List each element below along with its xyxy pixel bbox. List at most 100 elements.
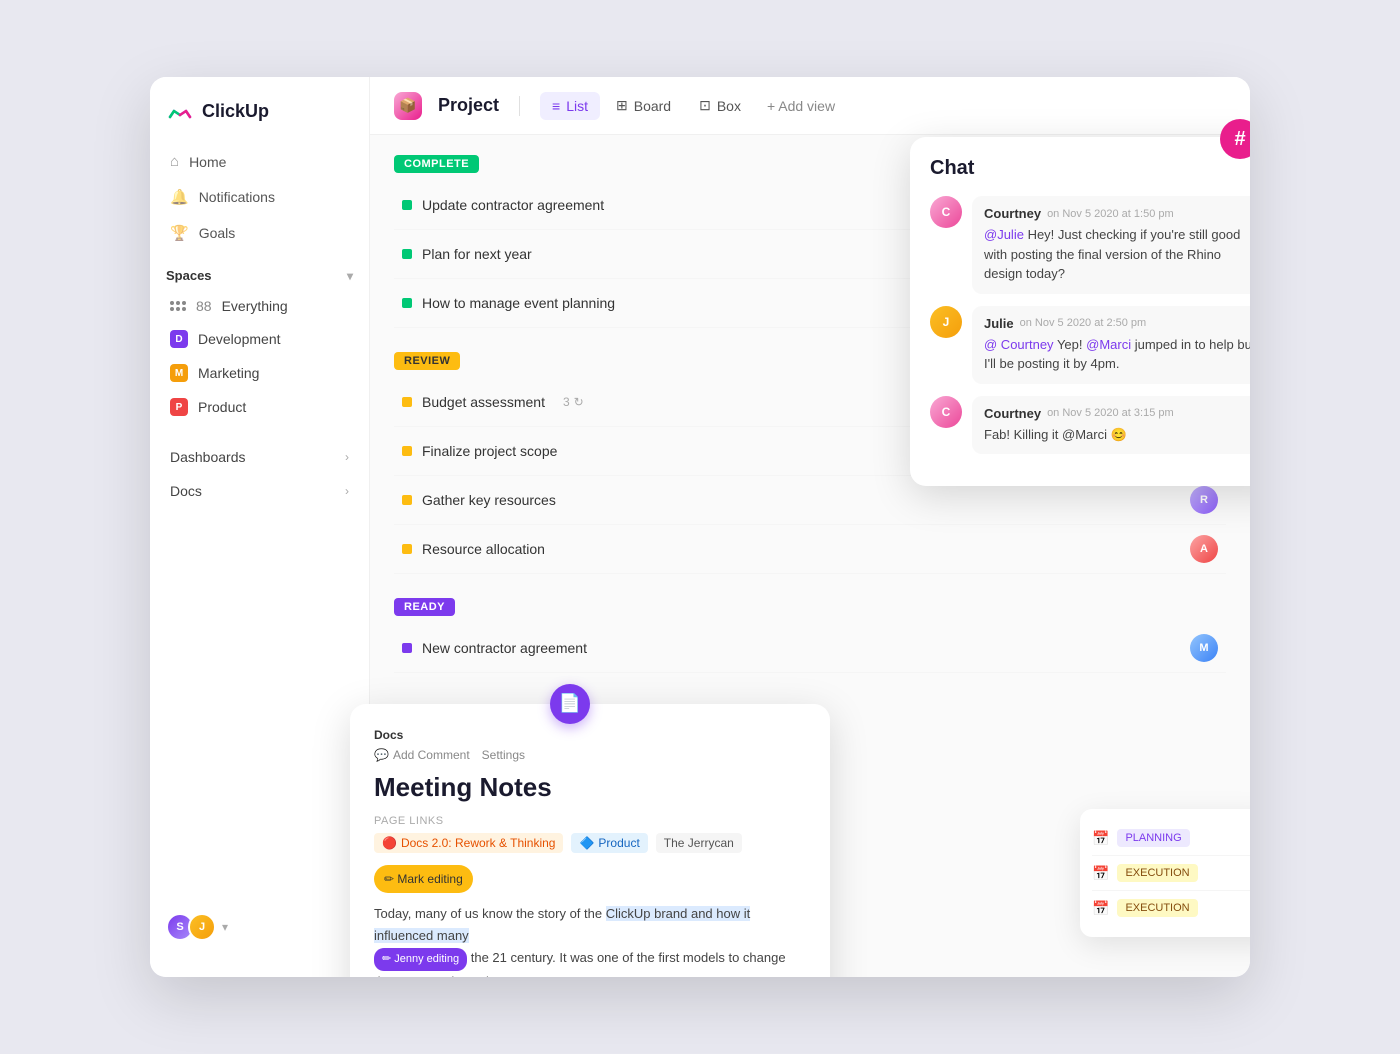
chat-text: @ Courtney Yep! @Marci jumped in to help… <box>984 335 1250 374</box>
space-label: Product <box>198 399 246 415</box>
trophy-icon: 🏆 <box>170 224 189 242</box>
chat-message: C Courtney on Nov 5 2020 at 1:50 pm @Jul… <box>930 196 1250 294</box>
task-left: Update contractor agreement <box>402 197 604 213</box>
chat-avatar: C <box>930 196 962 228</box>
task-assignee-avatar: M <box>1190 634 1218 662</box>
task-left: Gather key resources <box>402 492 556 508</box>
dashboards-chevron-icon: › <box>345 450 349 464</box>
task-count-badge: 3 ↻ <box>563 395 584 409</box>
bell-icon: 🔔 <box>170 188 189 206</box>
chat-bubble: Courtney on Nov 5 2020 at 3:15 pm Fab! K… <box>972 396 1250 455</box>
right-task-row: 📅 EXECUTION ⚑ <box>1092 891 1250 925</box>
chat-meta: Courtney on Nov 5 2020 at 1:50 pm <box>984 206 1250 221</box>
project-icon: 📦 <box>394 92 422 120</box>
docs-chevron-icon: › <box>345 484 349 498</box>
docs-actions-bar: 💬 Add Comment Settings <box>374 748 806 762</box>
right-task-left: 📅 PLANNING <box>1092 829 1190 847</box>
mark-editing-button[interactable]: ✏ Mark editing <box>374 865 473 893</box>
docs-page-links: 🔴 Docs 2.0: Rework & Thinking 🔷 Product … <box>374 833 806 853</box>
right-task-row: 📅 EXECUTION ⚑ <box>1092 856 1250 891</box>
chat-bubble: Julie on Nov 5 2020 at 2:50 pm @ Courtne… <box>972 306 1250 384</box>
add-comment-button[interactable]: 💬 Add Comment <box>374 748 470 762</box>
docs-title: Meeting Notes <box>374 772 806 803</box>
tab-list[interactable]: ≡ List <box>540 92 600 120</box>
everything-dots-grid <box>170 301 186 311</box>
ready-badge: READY <box>394 598 455 616</box>
task-status-dot <box>402 397 412 407</box>
tab-board[interactable]: ⊞ Board <box>604 91 683 120</box>
sidebar-item-development[interactable]: D Development <box>158 323 361 355</box>
app-container: ClickUp ⌂ Home 🔔 Notifications 🏆 Goals S… <box>150 77 1250 977</box>
dashboards-label: Dashboards <box>170 449 246 465</box>
home-icon: ⌂ <box>170 153 179 170</box>
tab-box[interactable]: ⊡ Box <box>687 91 753 120</box>
page-link-docs[interactable]: 🔴 Docs 2.0: Rework & Thinking <box>374 833 563 853</box>
chat-avatar: J <box>930 306 962 338</box>
user-dropdown-icon[interactable]: ▾ <box>222 920 228 934</box>
settings-button[interactable]: Settings <box>482 748 525 762</box>
task-left: Resource allocation <box>402 541 545 557</box>
task-status-dot <box>402 495 412 505</box>
docs-content: ✏ Mark editing Today, many of us know th… <box>374 867 806 977</box>
chat-avatar: C <box>930 396 962 428</box>
sidebar-footer: S J ▾ <box>150 897 369 957</box>
chat-meta: Courtney on Nov 5 2020 at 3:15 pm <box>984 406 1250 421</box>
sidebar-item-home[interactable]: ⌂ Home <box>158 145 361 178</box>
comment-icon: 💬 <box>374 748 389 762</box>
main-header: 📦 Project ≡ List ⊞ Board ⊡ Box + Add vi <box>370 77 1250 135</box>
space-label: Marketing <box>198 365 259 381</box>
header-divider <box>519 96 520 116</box>
sidebar-item-marketing[interactable]: M Marketing <box>158 357 361 389</box>
task-status-dot <box>402 544 412 554</box>
chat-title: Chat <box>930 157 1250 180</box>
docs-panel: 📄 Docs 💬 Add Comment Settings Meeting No… <box>350 704 830 977</box>
bottom-nav: Dashboards › Docs › <box>150 441 369 509</box>
chat-text: @Julie Hey! Just checking if you're stil… <box>984 225 1250 284</box>
chat-hash-icon: # <box>1220 119 1250 159</box>
chat-message: C Courtney on Nov 5 2020 at 3:15 pm Fab!… <box>930 396 1250 455</box>
chat-panel: # Chat C Courtney on Nov 5 2020 at 1:50 … <box>910 137 1250 486</box>
task-assignee-avatar: A <box>1190 535 1218 563</box>
page-link-product[interactable]: 🔷 Product <box>571 833 647 853</box>
sidebar-item-everything[interactable]: 88 Everything <box>158 291 361 321</box>
page-link-jerrycan[interactable]: The Jerrycan <box>656 833 742 853</box>
calendar-icon: 📅 <box>1092 830 1109 847</box>
spaces-section-header: Spaces ▾ <box>150 252 369 291</box>
sidebar-item-notifications[interactable]: 🔔 Notifications <box>158 180 361 214</box>
task-left: New contractor agreement <box>402 640 587 656</box>
logo-text: ClickUp <box>202 101 269 122</box>
tab-bar: ≡ List ⊞ Board ⊡ Box + Add view <box>540 91 845 120</box>
right-tasks-panel: 📅 PLANNING ⚑ 📅 EXECUTION ⚑ 📅 EXECUTION ⚑ <box>1080 809 1250 937</box>
main-nav: ⌂ Home 🔔 Notifications 🏆 Goals <box>150 145 369 252</box>
project-title: Project <box>438 95 499 116</box>
task-left: Budget assessment 3 ↻ <box>402 394 584 410</box>
app-logo[interactable]: ClickUp <box>150 97 369 145</box>
right-task-left: 📅 EXECUTION <box>1092 864 1198 882</box>
marketing-space-icon: M <box>170 364 188 382</box>
sidebar-item-label: Home <box>189 154 226 170</box>
spaces-list: 88 Everything D Development M Marketing … <box>150 291 369 425</box>
task-left: Finalize project scope <box>402 443 557 459</box>
task-status-dot <box>402 643 412 653</box>
sidebar-item-dashboards[interactable]: Dashboards › <box>158 441 361 473</box>
chat-mention2: @Marci <box>1086 337 1131 352</box>
table-row[interactable]: Resource allocation A <box>394 525 1226 574</box>
task-tag-execution: EXECUTION <box>1117 864 1197 882</box>
table-row[interactable]: New contractor agreement M <box>394 624 1226 673</box>
sidebar-item-product[interactable]: P Product <box>158 391 361 423</box>
user-avatar-stack: S J <box>166 913 216 941</box>
space-count: 88 <box>196 298 212 314</box>
box-tab-icon: ⊡ <box>699 97 711 114</box>
sidebar-item-goals[interactable]: 🏆 Goals <box>158 216 361 250</box>
task-tag-planning: PLANNING <box>1117 829 1189 847</box>
complete-badge: COMPLETE <box>394 155 479 173</box>
right-task-left: 📅 EXECUTION <box>1092 899 1198 917</box>
spaces-chevron-icon[interactable]: ▾ <box>347 269 353 283</box>
development-space-icon: D <box>170 330 188 348</box>
calendar-icon: 📅 <box>1092 865 1109 882</box>
add-view-button[interactable]: + Add view <box>757 92 845 120</box>
docs-fab-button[interactable]: 📄 <box>550 684 590 724</box>
board-tab-icon: ⊞ <box>616 97 628 114</box>
sidebar-item-label: Notifications <box>199 189 275 205</box>
sidebar-item-docs[interactable]: Docs › <box>158 475 361 507</box>
